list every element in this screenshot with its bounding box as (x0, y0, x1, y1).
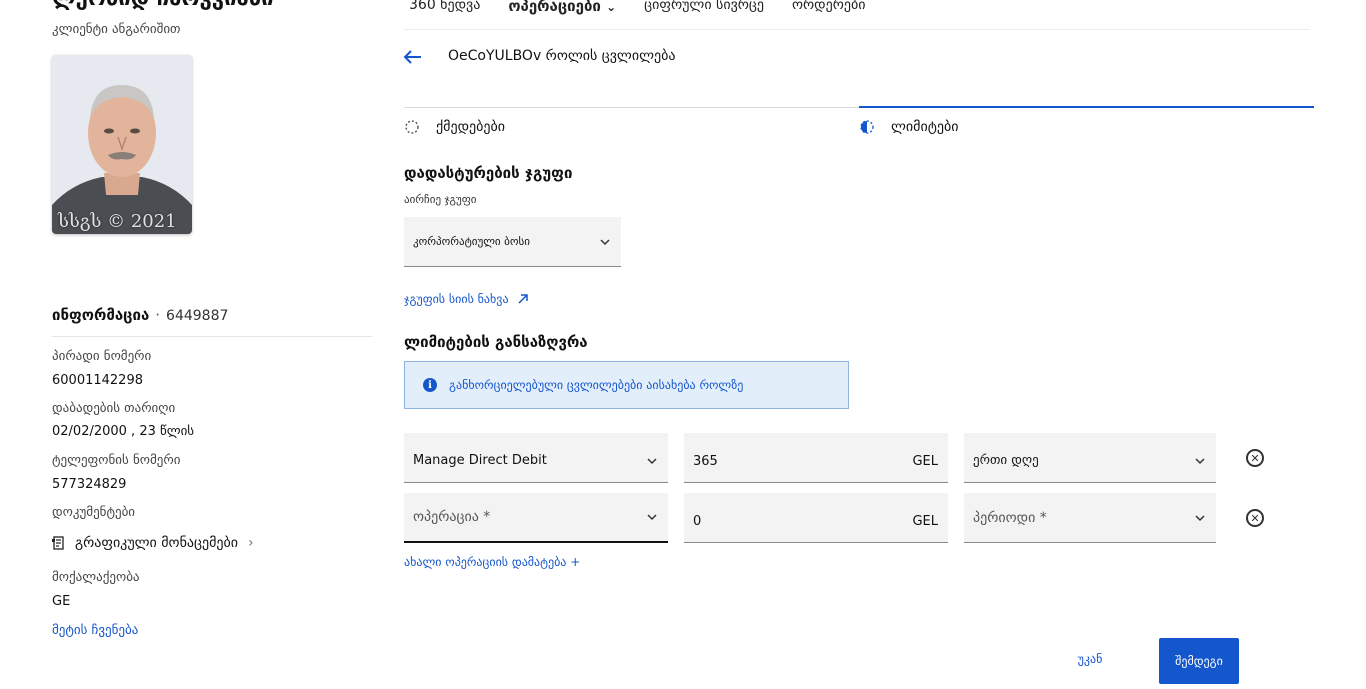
period-select-value: ერთი დღე (973, 453, 1039, 468)
nav-item-digital-space[interactable]: ციფრული სივრცე (644, 0, 764, 15)
nav-item-orders[interactable]: ორდერები (792, 0, 865, 15)
chevron-down-icon (1195, 514, 1205, 521)
dashed-circle-icon (405, 120, 419, 134)
separator-dot: · (155, 306, 161, 324)
active-tab-indicator (859, 106, 1314, 108)
nav-item-operations[interactable]: ოპერაციები ⌄ (508, 0, 616, 15)
documents-label: დოკუმენტები (52, 505, 136, 520)
amount-input-inner: 0 GEL (693, 506, 938, 529)
document-icon (52, 536, 64, 550)
client-subcaption: კლიენტი ანგარიშით (52, 22, 181, 37)
personal-number-value: 60001142298 (52, 373, 143, 388)
personal-number-label: პირადი ნომერი (52, 349, 152, 364)
view-group-list-link[interactable]: ჯგუფის სიის ნახვა (404, 292, 529, 306)
client-name: ლეონიდ ჩარკვიანი (52, 0, 274, 11)
chevron-down-icon (600, 238, 610, 245)
amount-value: 0 (693, 514, 702, 529)
info-number: 6449887 (166, 308, 229, 324)
currency-label: GEL (912, 454, 938, 469)
external-arrow-icon (518, 294, 528, 304)
show-more-link[interactable]: მეტის ჩვენება (52, 623, 138, 638)
phone-label: ტელეფონის ნომერი (52, 453, 181, 468)
birthdate-label: დაბადების თარიღი (52, 401, 176, 416)
person-silhouette-icon (52, 55, 192, 234)
chevron-down-icon (1195, 457, 1205, 464)
view-group-list-label: ჯგუფის სიის ნახვა (404, 292, 509, 306)
back-arrow-icon[interactable] (402, 46, 424, 68)
group-select[interactable]: კორპორატიული ბოსი (404, 217, 621, 267)
group-select-value: კორპორატიული ბოსი (413, 235, 530, 248)
chevron-down-icon: ⌄ (606, 0, 617, 14)
operation-select-placeholder: ოპერაცია * (413, 509, 491, 525)
chevron-down-icon (647, 514, 657, 521)
operation-select[interactable]: Manage Direct Debit (404, 433, 668, 483)
citizenship-label: მოქალაქეობა (52, 570, 140, 585)
limits-title: ლიმიტების განსაზღვრა (404, 333, 588, 351)
operation-select-value: Manage Direct Debit (413, 453, 547, 468)
divider (52, 336, 372, 337)
top-nav-divider (404, 29, 1310, 30)
add-operation-link[interactable]: ახალი ოპერაციის დამატება + (404, 555, 580, 569)
tab-limits-label: ლიმიტები (891, 119, 959, 135)
nav-item-360-view[interactable]: 360 ხედვა (409, 0, 480, 15)
half-circle-icon (860, 120, 874, 134)
citizenship-value: GE (52, 594, 71, 609)
amount-input-inner: 365 GEL (693, 446, 938, 469)
client-photo: სსგს © 2021 (52, 55, 192, 234)
page-title: OeCoYULBOv როლის ცვლილება (448, 48, 676, 64)
remove-row-icon[interactable]: ✕ (1246, 509, 1264, 527)
top-nav: 360 ხედვა ოპერაციები ⌄ ციფრული სივრცე ორ… (409, 0, 865, 15)
remove-row-icon[interactable]: ✕ (1246, 449, 1264, 467)
period-select-placeholder: პერიოდი * (973, 509, 1047, 526)
tab-actions-label: ქმედებები (436, 119, 506, 135)
info-banner: i განხორციელებული ცვლილებები აისახება რო… (404, 361, 849, 409)
chevron-right-icon: › (248, 535, 254, 551)
amount-value: 365 (693, 454, 718, 469)
chevron-down-icon (647, 457, 657, 464)
approval-group-title: დადასტურების ჯგუფი (404, 164, 573, 182)
group-select-label: აირჩიე ჯგუფი (404, 193, 477, 206)
info-banner-text: განხორციელებული ცვლილებები აისახება როლზ… (449, 378, 744, 392)
documents-link-label: გრაფიკული მონაცემები (75, 535, 239, 551)
next-button[interactable]: შემდეგი (1159, 638, 1239, 684)
amount-input[interactable]: 0 GEL (684, 493, 948, 543)
amount-input[interactable]: 365 GEL (684, 433, 948, 483)
info-title: ინფორმაცია (52, 306, 150, 324)
tab-limits[interactable]: ლიმიტები (859, 119, 958, 135)
documents-link[interactable]: გრაფიკული მონაცემები › (52, 535, 254, 551)
nav-item-operations-label: ოპერაციები (508, 0, 601, 15)
period-select[interactable]: პერიოდი * (964, 493, 1216, 543)
info-icon: i (423, 378, 437, 392)
tab-actions[interactable]: ქმედებები (404, 119, 505, 135)
operation-select[interactable]: ოპერაცია * (404, 493, 668, 543)
info-header: ინფორმაცია · 6449887 (52, 306, 228, 324)
currency-label: GEL (912, 514, 938, 529)
birthdate-value: 02/02/2000 , 23 წლის (52, 424, 195, 439)
period-select[interactable]: ერთი დღე (964, 433, 1216, 483)
back-button[interactable]: უკან (1061, 652, 1119, 666)
phone-value: 577324829 (52, 477, 127, 492)
photo-watermark: სსგს © 2021 (58, 211, 177, 232)
